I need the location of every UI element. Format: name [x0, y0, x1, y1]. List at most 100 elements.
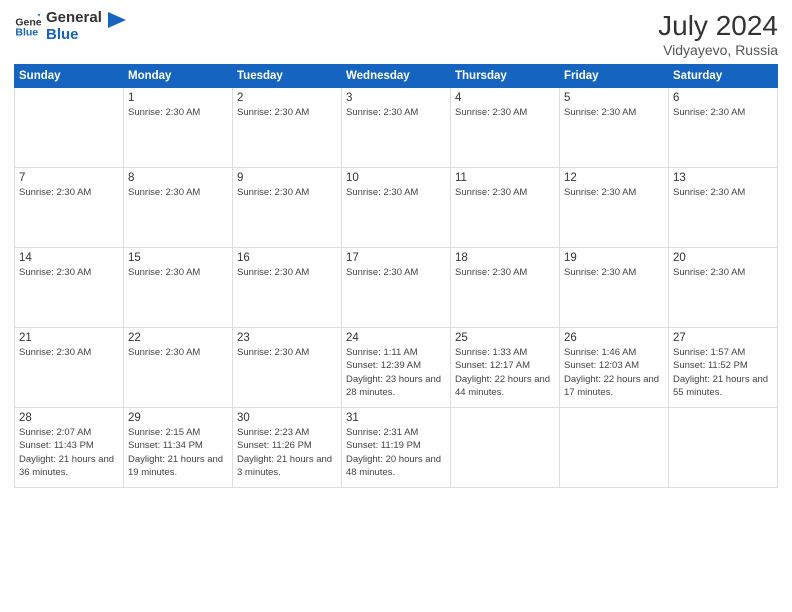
calendar-cell [669, 408, 778, 488]
calendar-cell: 7 Sunrise: 2:30 AM [15, 168, 124, 248]
header: General Blue General Blue July 2024 Vidy… [14, 10, 778, 58]
col-thursday: Thursday [451, 65, 560, 88]
day-number: 27 [673, 332, 773, 344]
calendar-week-row: 21Sunrise: 2:30 AM22Sunrise: 2:30 AM23Su… [15, 328, 778, 408]
day-info: Sunrise: 2:30 AM [19, 266, 119, 279]
location: Vidyayevo, Russia [658, 42, 778, 58]
day-number: 3 [346, 92, 446, 104]
day-info: Sunrise: 2:31 AM Sunset: 11:19 PM Daylig… [346, 426, 446, 479]
day-number: 16 [237, 252, 337, 264]
day-number: 25 [455, 332, 555, 344]
col-saturday: Saturday [669, 65, 778, 88]
calendar-week-row: 14 Sunrise: 2:30 AM 15 Sunrise: 2:30 AM 16 Su… [15, 248, 778, 328]
day-info: Sunrise: 2:30 AM [237, 266, 337, 279]
col-monday: Monday [124, 65, 233, 88]
calendar-cell: 28 Sunrise: 2:07 AM Sunset: 11:43 PM Dayl… [15, 408, 124, 488]
calendar-table: Sunday Monday Tuesday Wednesday Thursday… [14, 64, 778, 488]
calendar-cell: 21Sunrise: 2:30 AM [15, 328, 124, 408]
day-info: Sunrise: 2:30 AM [128, 106, 228, 119]
day-info: Sunrise: 2:30 AM [564, 186, 664, 199]
calendar-cell: 14 Sunrise: 2:30 AM [15, 248, 124, 328]
day-info: Sunrise: 2:07 AM Sunset: 11:43 PM Daylig… [19, 426, 119, 479]
calendar-cell [15, 88, 124, 168]
page: General Blue General Blue July 2024 Vidy… [0, 0, 792, 612]
calendar-cell: 12 Sunrise: 2:30 AM [560, 168, 669, 248]
day-number: 2 [237, 92, 337, 104]
day-info: Sunrise: 2:30 AM [673, 266, 773, 279]
day-info: Sunrise: 2:30 AM [19, 186, 119, 199]
calendar-cell: 15 Sunrise: 2:30 AM [124, 248, 233, 328]
day-info: Sunrise: 2:30 AM [128, 266, 228, 279]
calendar-cell [451, 408, 560, 488]
calendar-cell: 19 Sunrise: 2:30 AM [560, 248, 669, 328]
day-number: 9 [237, 172, 337, 184]
calendar-cell: 6Sunrise: 2:30 AM [669, 88, 778, 168]
day-info: Sunrise: 2:30 AM [128, 346, 228, 359]
day-number: 1 [128, 92, 228, 104]
calendar-cell: 13 Sunrise: 2:30 AM [669, 168, 778, 248]
day-number: 26 [564, 332, 664, 344]
logo-general: General [46, 10, 102, 27]
calendar-cell: 2 Sunrise: 2:30 AM [233, 88, 342, 168]
day-info: Sunrise: 1:11 AM Sunset: 12:39 AM Daylig… [346, 346, 446, 399]
calendar-cell: 18Sunrise: 2:30 AM [451, 248, 560, 328]
day-number: 10 [346, 172, 446, 184]
col-wednesday: Wednesday [342, 65, 451, 88]
col-friday: Friday [560, 65, 669, 88]
day-number: 19 [564, 252, 664, 264]
day-info: Sunrise: 1:57 AM Sunset: 11:52 PM Daylig… [673, 346, 773, 399]
day-info: Sunrise: 2:30 AM [455, 106, 555, 119]
calendar-header-row: Sunday Monday Tuesday Wednesday Thursday… [15, 65, 778, 88]
calendar-cell: 27 Sunrise: 1:57 AM Sunset: 11:52 PM Dayl… [669, 328, 778, 408]
day-number: 4 [455, 92, 555, 104]
day-info: Sunrise: 2:23 AM Sunset: 11:26 PM Daylig… [237, 426, 337, 479]
day-info: Sunrise: 1:46 AM Sunset: 12:03 AM Daylig… [564, 346, 664, 399]
calendar-cell: 23Sunrise: 2:30 AM [233, 328, 342, 408]
logo-triangle-icon [108, 12, 126, 34]
day-number: 24 [346, 332, 446, 344]
day-info: Sunrise: 2:30 AM [346, 186, 446, 199]
calendar-cell: 26 Sunrise: 1:46 AM Sunset: 12:03 AM Dayl… [560, 328, 669, 408]
month-year: July 2024 [658, 10, 778, 42]
day-number: 15 [128, 252, 228, 264]
day-info: Sunrise: 2:30 AM [346, 266, 446, 279]
day-info: Sunrise: 1:33 AM Sunset: 12:17 AM Daylig… [455, 346, 555, 399]
calendar-cell: 8Sunrise: 2:30 AM [124, 168, 233, 248]
day-info: Sunrise: 2:30 AM [237, 346, 337, 359]
day-info: Sunrise: 2:30 AM [673, 106, 773, 119]
calendar-cell: 30 Sunrise: 2:23 AM Sunset: 11:26 PM Dayl… [233, 408, 342, 488]
day-info: Sunrise: 2:30 AM [455, 266, 555, 279]
day-number: 22 [128, 332, 228, 344]
day-number: 5 [564, 92, 664, 104]
logo-icon: General Blue [14, 13, 42, 41]
day-info: Sunrise: 2:30 AM [455, 186, 555, 199]
day-info: Sunrise: 2:30 AM [237, 186, 337, 199]
col-tuesday: Tuesday [233, 65, 342, 88]
day-number: 30 [237, 412, 337, 424]
calendar-week-row: 28 Sunrise: 2:07 AM Sunset: 11:43 PM Dayl… [15, 408, 778, 488]
calendar-cell: 1 Sunrise: 2:30 AM [124, 88, 233, 168]
day-number: 28 [19, 412, 119, 424]
calendar-cell: 3Sunrise: 2:30 AM [342, 88, 451, 168]
calendar-cell: 24 Sunrise: 1:11 AM Sunset: 12:39 AM Dayl… [342, 328, 451, 408]
title-block: July 2024 Vidyayevo, Russia [658, 10, 778, 58]
day-info: Sunrise: 2:15 AM Sunset: 11:34 PM Daylig… [128, 426, 228, 479]
day-number: 14 [19, 252, 119, 264]
day-info: Sunrise: 2:30 AM [237, 106, 337, 119]
day-number: 7 [19, 172, 119, 184]
calendar-cell: 31 Sunrise: 2:31 AM Sunset: 11:19 PM Dayl… [342, 408, 451, 488]
calendar-week-row: 1Sunrise: 2:30 AM2Sunrise: 2:30 AM3Sunri… [15, 88, 778, 168]
day-number: 12 [564, 172, 664, 184]
day-number: 17 [346, 252, 446, 264]
calendar-cell: 10 Sunrise: 2:30 AM [342, 168, 451, 248]
day-number: 31 [346, 412, 446, 424]
day-info: Sunrise: 2:30 AM [564, 266, 664, 279]
day-number: 13 [673, 172, 773, 184]
calendar-cell: 4 Sunrise: 2:30 AM [451, 88, 560, 168]
day-info: Sunrise: 2:30 AM [673, 186, 773, 199]
calendar-cell: 29Sunrise: 2:15 AM Sunset: 11:34 PM Dayl… [124, 408, 233, 488]
calendar-cell: 17 Sunrise: 2:30 AM [342, 248, 451, 328]
day-info: Sunrise: 2:30 AM [128, 186, 228, 199]
calendar-cell: 5Sunrise: 2:30 AM [560, 88, 669, 168]
calendar-cell: 9 Sunrise: 2:30 AM [233, 168, 342, 248]
